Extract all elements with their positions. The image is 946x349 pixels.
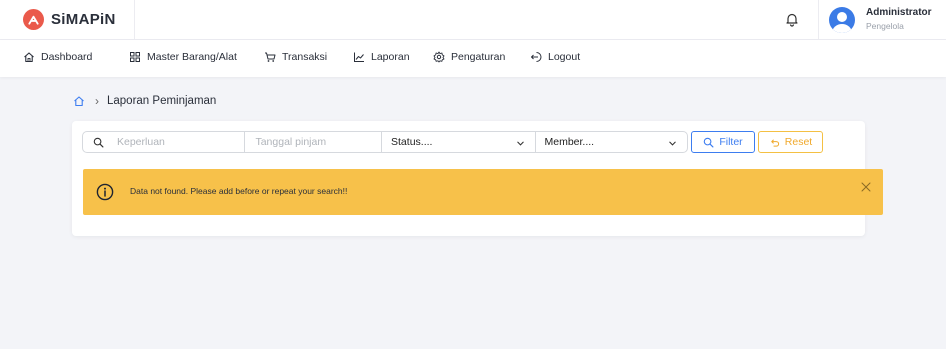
- info-icon: [96, 183, 114, 201]
- chevron-down-icon: [669, 141, 676, 146]
- bell-icon[interactable]: [784, 11, 800, 27]
- keperluan-input[interactable]: [117, 132, 245, 152]
- reset-label: Reset: [784, 136, 813, 148]
- nav-label: Dashboard: [41, 51, 93, 63]
- not-found-alert: Data not found. Please add before or rep…: [83, 169, 883, 215]
- chart-icon: [354, 52, 364, 62]
- home-icon[interactable]: [73, 95, 85, 107]
- divider: [818, 0, 819, 40]
- main-nav: Dashboard Master Barang/Alat Transaksi L…: [0, 40, 946, 77]
- close-icon[interactable]: [860, 181, 872, 193]
- user-avatar-icon: [832, 12, 852, 33]
- top-bar: SiMAPiN Administrator Pengelola: [0, 0, 946, 40]
- tanggal-pinjam-input[interactable]: [255, 132, 382, 152]
- home-icon: [24, 52, 34, 63]
- search-icon: [704, 137, 714, 147]
- status-select[interactable]: Status....: [382, 132, 536, 152]
- nav-label: Laporan: [371, 51, 410, 63]
- grid-icon: [130, 52, 140, 62]
- nav-label: Logout: [548, 51, 581, 63]
- nav-label: Transaksi: [282, 51, 328, 63]
- reset-button[interactable]: Reset: [758, 131, 823, 153]
- gear-icon: [433, 51, 445, 63]
- report-card: Status.... Member.... Filter Reset Data …: [72, 121, 883, 236]
- search-icon: [93, 137, 104, 147]
- nav-transaksi[interactable]: Transaksi: [264, 51, 327, 63]
- keperluan-cell: [83, 132, 246, 152]
- undo-icon: [771, 138, 779, 147]
- breadcrumb: › Laporan Peminjaman: [73, 94, 216, 108]
- alert-message: Data not found. Please add before or rep…: [130, 186, 348, 196]
- breadcrumb-current: Laporan Peminjaman: [107, 95, 217, 107]
- user-name[interactable]: Administrator: [866, 7, 932, 18]
- logout-icon: [531, 52, 542, 62]
- filter-label: Filter: [719, 136, 743, 148]
- tanggal-cell: [245, 132, 383, 152]
- avatar[interactable]: [829, 7, 855, 33]
- breadcrumb-separator: ›: [95, 94, 99, 108]
- nav-master-barang[interactable]: Master Barang/Alat: [129, 51, 237, 63]
- member-select[interactable]: Member....: [536, 132, 688, 152]
- nav-label: Pengaturan: [451, 51, 506, 63]
- nav-dashboard[interactable]: Dashboard: [23, 51, 92, 63]
- nav-laporan[interactable]: Laporan: [353, 51, 410, 63]
- user-role: Pengelola: [866, 21, 904, 31]
- filter-button[interactable]: Filter: [691, 131, 755, 153]
- status-value: Status....: [391, 136, 433, 148]
- divider: [134, 0, 135, 40]
- nav-pengaturan[interactable]: Pengaturan: [433, 51, 505, 63]
- app-logo[interactable]: SiMAPiN: [23, 9, 116, 30]
- chevron-down-icon: [516, 141, 524, 146]
- nav-logout[interactable]: Logout: [530, 51, 580, 63]
- filter-bar: Status.... Member....: [82, 131, 688, 153]
- nav-label: Master Barang/Alat: [147, 51, 237, 63]
- cart-icon: [265, 52, 276, 62]
- logo-icon: [23, 9, 44, 30]
- app-name: SiMAPiN: [51, 11, 116, 28]
- member-value: Member....: [544, 136, 595, 148]
